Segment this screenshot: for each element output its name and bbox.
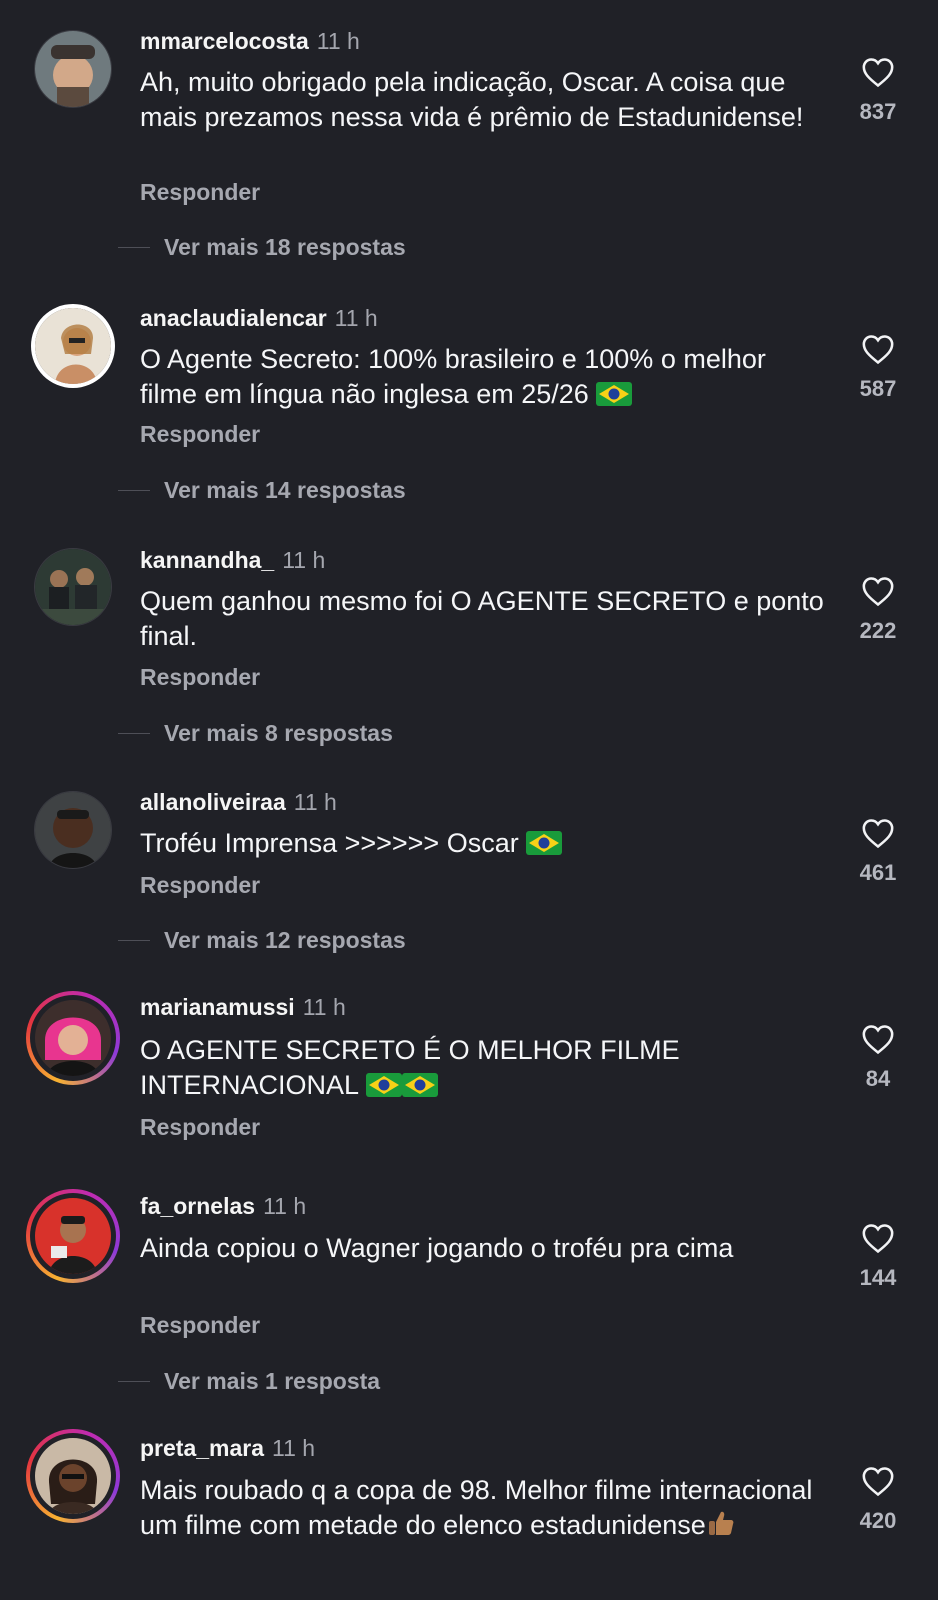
reply-button[interactable]: Responder [140, 178, 260, 206]
heart-outline-icon[interactable] [861, 1465, 895, 1497]
avatar[interactable] [35, 1000, 111, 1076]
comment-time: 11 h [302, 994, 346, 1020]
heart-outline-icon[interactable] [861, 56, 895, 88]
view-more-replies[interactable]: Ver mais 18 respostas [118, 233, 406, 261]
comment-time: 11 h [334, 305, 378, 331]
brazil-flag-emoji [365, 1073, 402, 1097]
view-more-replies[interactable]: Ver mais 12 respostas [118, 926, 406, 954]
avatar[interactable] [35, 31, 111, 107]
like-button[interactable]: 587 [836, 333, 920, 403]
heart-outline-icon[interactable] [861, 1222, 895, 1254]
like-count: 222 [859, 618, 897, 643]
like-button[interactable]: 144 [836, 1222, 920, 1292]
comment-username[interactable]: mmarcelocosta [140, 28, 309, 54]
view-more-replies-label: Ver mais 18 respostas [164, 234, 406, 260]
comment-meta: preta_mara 11 h [140, 1434, 315, 1462]
brazil-flag-emoji [596, 382, 633, 406]
like-count: 420 [859, 1508, 897, 1533]
comment-username[interactable]: anaclaudialencar [140, 305, 327, 331]
like-button[interactable]: 461 [836, 817, 920, 887]
comment-text: Ah, muito obrigado pela indicação, Oscar… [140, 67, 804, 132]
heart-outline-icon[interactable] [861, 817, 895, 849]
story-ring[interactable] [26, 1429, 120, 1523]
like-count: 144 [859, 1265, 897, 1290]
divider [118, 246, 150, 248]
like-count: 461 [859, 860, 897, 885]
view-more-replies[interactable]: Ver mais 14 respostas [118, 476, 406, 504]
avatar[interactable] [35, 1438, 111, 1514]
view-more-replies-label: Ver mais 8 respostas [164, 720, 393, 746]
avatar[interactable] [35, 792, 111, 868]
comment-meta: fa_ornelas 11 h [140, 1192, 306, 1220]
heart-outline-icon[interactable] [861, 575, 895, 607]
comment-meta: anaclaudialencar 11 h [140, 304, 378, 332]
view-more-replies[interactable]: Ver mais 1 resposta [118, 1367, 380, 1395]
divider [118, 1380, 150, 1382]
divider [118, 732, 150, 734]
view-more-replies[interactable]: Ver mais 8 respostas [118, 719, 393, 747]
comment-username[interactable]: marianamussi [140, 994, 295, 1020]
comment-text: Mais roubado q a copa de 98. Melhor film… [140, 1473, 830, 1547]
like-button[interactable]: 420 [836, 1465, 920, 1535]
comment-time: 11 h [316, 28, 360, 54]
reply-button[interactable]: Responder [140, 1311, 260, 1339]
reply-button[interactable]: Responder [140, 1113, 260, 1141]
comment-meta: allanoliveiraa 11 h [140, 788, 337, 816]
comment-text: O AGENTE SECRETO É O MELHOR FILME INTERN… [140, 1033, 830, 1103]
comment-username[interactable]: kannandha_ [140, 547, 274, 573]
heart-outline-icon[interactable] [861, 333, 895, 365]
brazil-flag-emoji [526, 831, 563, 855]
avatar[interactable] [35, 1198, 111, 1274]
avatar[interactable] [35, 308, 111, 384]
like-count: 587 [859, 376, 897, 401]
view-more-replies-label: Ver mais 1 resposta [164, 1368, 381, 1394]
comment-username[interactable]: allanoliveiraa [140, 789, 286, 815]
comment-username[interactable]: fa_ornelas [140, 1193, 255, 1219]
comment-text: Troféu Imprensa >>>>>> Oscar [140, 826, 830, 861]
story-ring[interactable] [26, 1189, 120, 1283]
comment-time: 11 h [282, 547, 326, 573]
like-button[interactable]: 837 [836, 56, 920, 126]
brazil-flag-emoji [401, 1073, 438, 1097]
comment-meta: kannandha_ 11 h [140, 546, 325, 574]
story-ring[interactable] [26, 991, 120, 1085]
comment-text-body: O Agente Secreto: 100% brasileiro e 100%… [140, 344, 766, 409]
reply-button[interactable]: Responder [140, 420, 260, 448]
comment-text: Ainda copiou o Wagner jogando o troféu p… [140, 1233, 734, 1263]
view-more-replies-label: Ver mais 14 respostas [164, 477, 406, 503]
like-button[interactable]: 222 [836, 575, 920, 645]
comment-text-body: Troféu Imprensa >>>>>> Oscar [140, 828, 519, 858]
like-button[interactable]: 84 [836, 1023, 920, 1093]
thumbs-up-emoji [706, 1508, 736, 1547]
reply-button[interactable]: Responder [140, 663, 260, 691]
comment-meta: mmarcelocosta 11 h [140, 27, 360, 55]
comment-time: 11 h [263, 1193, 307, 1219]
avatar[interactable] [35, 549, 111, 625]
divider [118, 489, 150, 491]
comment-username[interactable]: preta_mara [140, 1435, 264, 1461]
comment-meta: marianamussi 11 h [140, 993, 346, 1021]
like-count: 84 [865, 1066, 891, 1091]
reply-button[interactable]: Responder [140, 871, 260, 899]
like-count: 837 [859, 99, 897, 124]
heart-outline-icon[interactable] [861, 1023, 895, 1055]
comment-time: 11 h [293, 789, 337, 815]
comment-text: O Agente Secreto: 100% brasileiro e 100%… [140, 342, 830, 412]
view-more-replies-label: Ver mais 12 respostas [164, 927, 406, 953]
comment-text: Quem ganhou mesmo foi O AGENTE SECRETO e… [140, 586, 824, 651]
divider [118, 939, 150, 941]
comment-time: 11 h [272, 1435, 316, 1461]
